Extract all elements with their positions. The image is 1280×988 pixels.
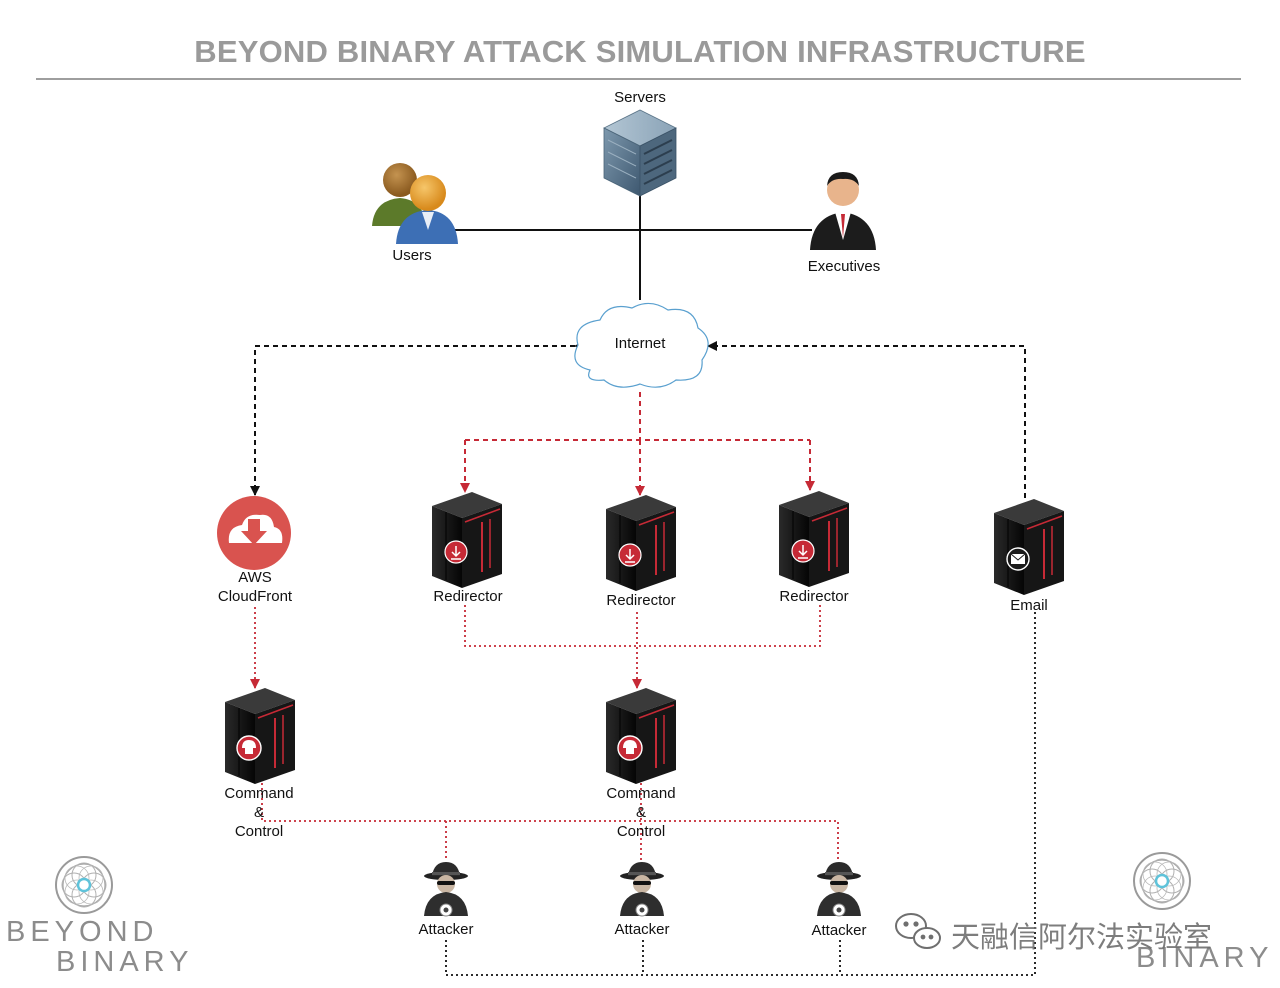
- wechat-watermark-icon: [895, 913, 941, 949]
- servers-icon: [603, 109, 677, 197]
- redirector-3-label: Redirector: [779, 588, 849, 605]
- c2-left-label: Command & Control: [199, 784, 319, 841]
- users-icon: [372, 163, 458, 244]
- c2-center-line1: Command: [606, 785, 676, 802]
- redirector-2-icon: [605, 494, 677, 592]
- email-server-icon: [993, 498, 1065, 596]
- brand-seal-right-icon: [1132, 851, 1192, 911]
- aws-label-line1: AWS: [238, 569, 272, 586]
- redirector-1-icon: [431, 491, 503, 589]
- aws-label-line2: CloudFront: [217, 588, 293, 605]
- c2-left-icon: [224, 687, 296, 785]
- c2-center-label: Command & Control: [581, 784, 701, 841]
- email-label: Email: [1010, 597, 1048, 614]
- c2-left-line2: &: [253, 804, 264, 821]
- attacker-3-icon: [816, 861, 862, 917]
- redirector-3-icon: [778, 490, 850, 588]
- email-links: [445, 610, 1036, 976]
- lan-links: [455, 196, 812, 300]
- attacker-3-label: Attacker: [811, 922, 867, 939]
- c2-left-line3: Control: [234, 823, 284, 840]
- link-email-internet: [707, 341, 1026, 498]
- redirector-links: [460, 392, 815, 496]
- brand-seal-left-icon: [54, 855, 114, 915]
- redirector-2-label: Redirector: [606, 592, 676, 609]
- redirector-1-label: Redirector: [433, 588, 503, 605]
- brand-left-line2: BINARY: [56, 946, 194, 978]
- c2-links: [250, 603, 839, 860]
- c2-center-line2: &: [635, 804, 646, 821]
- attacker-2-icon: [619, 861, 665, 917]
- aws-cloudfront-label: AWS CloudFront: [195, 568, 315, 606]
- link-c2-attacker-bus: [261, 783, 839, 860]
- aws-cloudfront-icon: [217, 496, 291, 570]
- attacker-2-label: Attacker: [614, 921, 670, 938]
- c2-center-icon: [605, 687, 677, 785]
- attacker-1-icon: [423, 861, 469, 917]
- executives-label: Executives: [807, 258, 881, 275]
- internet-label: Internet: [614, 335, 666, 352]
- c2-left-line1: Command: [224, 785, 294, 802]
- link-internet-aws: [250, 341, 584, 496]
- users-label: Users: [392, 247, 432, 264]
- c2-center-line3: Control: [616, 823, 666, 840]
- link-attackers-email: [445, 610, 1036, 976]
- brand-left-line1: BEYOND: [6, 916, 159, 948]
- executives-icon: [810, 172, 876, 250]
- servers-label: Servers: [614, 89, 666, 106]
- watermark-text: 天融信阿尔法实验室: [951, 922, 1213, 954]
- attacker-1-label: Attacker: [418, 921, 474, 938]
